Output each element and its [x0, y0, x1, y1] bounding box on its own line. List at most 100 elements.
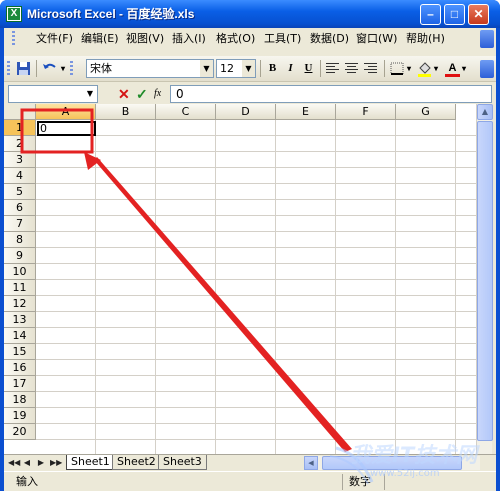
title-bar[interactable]: X Microsoft Excel - 百度经验.xls – □ ✕	[0, 0, 500, 28]
formatting-toolbar: ▾ 宋体 ▼ 12 ▼ B I U ▾ ▾ A ▾	[4, 56, 496, 82]
scroll-left-icon[interactable]: ◀	[304, 456, 318, 470]
row-header-7[interactable]: 7	[4, 216, 36, 232]
italic-button[interactable]: I	[281, 59, 300, 78]
toolbar-separator	[260, 60, 261, 77]
row-header-6[interactable]: 6	[4, 200, 36, 216]
undo-dropdown-icon[interactable]: ▾	[58, 59, 68, 78]
menu-options-icon[interactable]	[480, 30, 494, 48]
row-header-13[interactable]: 13	[4, 312, 36, 328]
vertical-scroll-thumb[interactable]	[477, 121, 493, 441]
active-cell-a1[interactable]: 0	[37, 121, 96, 136]
save-icon[interactable]	[14, 59, 33, 78]
horizontal-scroll-thumb[interactable]	[322, 456, 462, 470]
row-header-1[interactable]: 1	[4, 120, 36, 136]
status-bar: 输入 数字	[4, 471, 496, 491]
chevron-down-icon[interactable]: ▼	[200, 60, 213, 77]
menu-edit[interactable]: 编辑(E)	[81, 31, 119, 47]
select-all-corner[interactable]	[4, 104, 36, 120]
toolbar-separator	[320, 60, 321, 77]
column-header-g[interactable]: G	[396, 104, 456, 120]
toolbar-grip-handle-2[interactable]	[70, 61, 73, 77]
align-right-icon[interactable]	[364, 63, 377, 74]
last-sheet-icon[interactable]: ▶▶	[50, 457, 62, 469]
excel-app-icon[interactable]: X	[6, 6, 22, 22]
font-name-combo[interactable]: 宋体 ▼	[86, 59, 214, 78]
row-header-8[interactable]: 8	[4, 232, 36, 248]
row-header-4[interactable]: 4	[4, 168, 36, 184]
column-header-f[interactable]: F	[336, 104, 396, 120]
row-header-5[interactable]: 5	[4, 184, 36, 200]
menu-tools[interactable]: 工具(T)	[264, 31, 301, 47]
row-header-12[interactable]: 12	[4, 296, 36, 312]
cancel-icon[interactable]: ✕	[118, 86, 132, 102]
menu-help[interactable]: 帮助(H)	[406, 31, 445, 47]
enter-icon[interactable]: ✓	[136, 86, 150, 102]
column-header-d[interactable]: D	[216, 104, 276, 120]
column-header-e[interactable]: E	[276, 104, 336, 120]
row-header-18[interactable]: 18	[4, 392, 36, 408]
name-box[interactable]: ▼	[8, 85, 98, 103]
toolbar-options-icon[interactable]	[480, 60, 494, 78]
toolbar-grip-handle[interactable]	[7, 61, 10, 77]
tab-sheet3[interactable]: Sheet3	[158, 455, 207, 470]
fill-color-dropdown-icon[interactable]: ▾	[432, 59, 440, 78]
bold-button[interactable]: B	[263, 59, 282, 78]
align-left-icon[interactable]	[326, 63, 339, 74]
row-header-15[interactable]: 15	[4, 344, 36, 360]
column-header-b[interactable]: B	[96, 104, 156, 120]
close-button[interactable]: ✕	[468, 4, 489, 25]
gridline-horizontal	[36, 391, 476, 392]
tab-sheet1[interactable]: Sheet1	[66, 455, 115, 470]
font-color-dropdown-icon[interactable]: ▾	[460, 59, 468, 78]
chevron-down-icon[interactable]: ▼	[242, 60, 255, 77]
column-header-c[interactable]: C	[156, 104, 216, 120]
menu-insert[interactable]: 插入(I)	[172, 31, 206, 47]
font-size-combo[interactable]: 12 ▼	[216, 59, 256, 78]
row-header-9[interactable]: 9	[4, 248, 36, 264]
menu-grip-handle[interactable]	[12, 31, 15, 47]
menu-window[interactable]: 窗口(W)	[356, 31, 397, 47]
row-header-14[interactable]: 14	[4, 328, 36, 344]
menu-format[interactable]: 格式(O)	[216, 31, 255, 47]
borders-dropdown-icon[interactable]: ▾	[405, 59, 413, 78]
gridline-horizontal	[36, 343, 476, 344]
row-header-10[interactable]: 10	[4, 264, 36, 280]
maximize-button[interactable]: □	[444, 4, 465, 25]
tab-sheet2[interactable]: Sheet2	[112, 455, 161, 470]
first-sheet-icon[interactable]: ◀◀	[8, 457, 20, 469]
minimize-button[interactable]: –	[420, 4, 441, 25]
previous-sheet-icon[interactable]: ◀	[22, 457, 32, 469]
close-icon: ✕	[473, 7, 484, 21]
gridline-horizontal	[36, 151, 476, 152]
menu-view[interactable]: 视图(V)	[126, 31, 164, 47]
chevron-down-icon[interactable]: ▼	[84, 87, 96, 101]
row-header-19[interactable]: 19	[4, 408, 36, 424]
row-header-16[interactable]: 16	[4, 360, 36, 376]
formula-input[interactable]: 0	[170, 85, 492, 103]
next-sheet-icon[interactable]: ▶	[36, 457, 46, 469]
vertical-scrollbar[interactable]: ▲	[476, 104, 493, 454]
scroll-up-icon[interactable]: ▲	[477, 104, 493, 120]
underline-button[interactable]: U	[299, 59, 318, 78]
status-separator	[342, 474, 343, 490]
undo-icon[interactable]	[40, 59, 59, 78]
gridline-horizontal	[36, 183, 476, 184]
column-header-a[interactable]: A	[36, 104, 96, 120]
formula-bar: ▼ ✕ ✓ fx 0	[4, 84, 496, 104]
row-header-17[interactable]: 17	[4, 376, 36, 392]
align-center-icon[interactable]	[345, 63, 358, 74]
gridline-horizontal	[36, 199, 476, 200]
menu-file[interactable]: 文件(F)	[36, 31, 73, 47]
horizontal-scrollbar[interactable]: ◀	[304, 456, 480, 470]
row-header-3[interactable]: 3	[4, 152, 36, 168]
row-header-11[interactable]: 11	[4, 280, 36, 296]
minimize-icon: –	[427, 7, 434, 21]
gridline-horizontal	[36, 167, 476, 168]
menu-data[interactable]: 数据(D)	[310, 31, 349, 47]
status-separator	[384, 474, 385, 490]
gridline-horizontal	[36, 215, 476, 216]
status-mode: 输入	[16, 475, 38, 488]
insert-function-button[interactable]: fx	[154, 87, 168, 101]
row-header-2[interactable]: 2	[4, 136, 36, 152]
row-header-20[interactable]: 20	[4, 424, 36, 440]
